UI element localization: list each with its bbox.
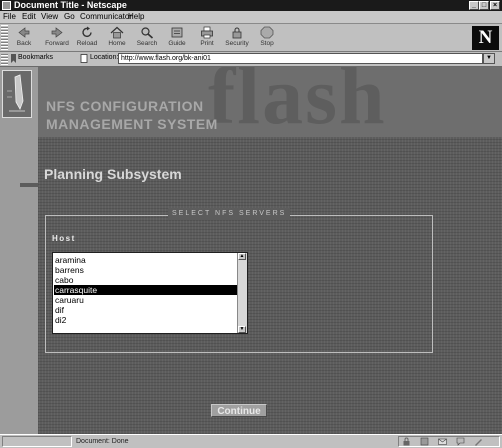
home-label: Home: [108, 40, 126, 47]
print-icon: [201, 26, 213, 39]
system-title-line-1: NFS CONFIGURATION: [46, 98, 204, 114]
toolbar-grip[interactable]: [1, 25, 8, 50]
location-grip[interactable]: [1, 53, 8, 65]
location-toolbar: Bookmarks Location: http://www.flash.org…: [0, 52, 502, 67]
guide-label: Guide: [168, 40, 186, 47]
minimize-button[interactable]: _: [469, 1, 479, 10]
menu-communicator[interactable]: Communicator: [80, 12, 132, 22]
netscape-logo[interactable]: N: [472, 26, 499, 50]
security-icon: [232, 27, 242, 39]
menu-file[interactable]: File: [3, 12, 16, 22]
continue-button[interactable]: Continue: [211, 404, 267, 417]
pencil-logo-icon: [7, 74, 25, 112]
forward-label: Forward: [45, 40, 69, 47]
window-title: Document Title - Netscape: [14, 0, 127, 10]
url-dropdown-button[interactable]: ▼: [483, 53, 495, 64]
host-option-selected[interactable]: carrasquite: [54, 285, 239, 295]
back-label: Back: [16, 40, 32, 47]
status-tray: [398, 436, 500, 447]
home-button[interactable]: Home: [105, 24, 129, 51]
navigator-component-icon[interactable]: [420, 437, 429, 446]
print-button[interactable]: Print: [195, 24, 219, 51]
host-option[interactable]: aramina: [54, 255, 239, 265]
discussion-component-icon[interactable]: [456, 437, 465, 446]
composer-component-icon[interactable]: [474, 437, 483, 446]
guide-icon: [171, 27, 183, 38]
search-button[interactable]: Search: [135, 24, 159, 51]
bookmarks-button[interactable]: Bookmarks: [18, 54, 53, 61]
host-option[interactable]: di2: [54, 315, 239, 325]
sidebar-marker: [20, 183, 38, 187]
title-bar: Document Title - Netscape _ □ ×: [0, 0, 502, 11]
security-button[interactable]: Security: [225, 24, 249, 51]
url-input[interactable]: http://www.flash.org/bk-ani01: [118, 53, 483, 64]
status-text: Document: Done: [76, 438, 129, 445]
forward-button[interactable]: Forward: [45, 24, 69, 51]
host-option[interactable]: caruaru: [54, 295, 239, 305]
host-option[interactable]: dif: [54, 305, 239, 315]
host-option[interactable]: cabo: [54, 275, 239, 285]
back-arrow-icon: [18, 27, 30, 38]
print-label: Print: [200, 40, 214, 47]
system-title-line-2: MANAGEMENT SYSTEM: [46, 116, 218, 132]
netscape-window-icon[interactable]: [2, 1, 11, 10]
reload-icon: [82, 26, 92, 38]
location-label: Location:: [90, 54, 119, 61]
reload-button[interactable]: Reload: [75, 24, 99, 51]
host-listbox[interactable]: aramina barrens cabo carrasquite caruaru…: [52, 252, 248, 334]
menu-edit[interactable]: Edit: [22, 12, 36, 22]
maximize-button[interactable]: □: [479, 1, 489, 10]
search-icon: [141, 27, 154, 39]
menu-view[interactable]: View: [41, 12, 58, 22]
menu-go[interactable]: Go: [64, 12, 75, 22]
home-icon: [110, 26, 124, 39]
forward-arrow-icon: [51, 27, 63, 38]
background-watermark: flash: [208, 67, 387, 137]
guide-button[interactable]: Guide: [165, 24, 189, 51]
menu-help[interactable]: Help: [128, 12, 144, 22]
back-button[interactable]: Back: [12, 24, 36, 51]
stop-label: Stop: [260, 40, 274, 47]
logo-box: [2, 70, 32, 118]
location-page-icon[interactable]: [80, 54, 88, 63]
bookmark-icon: [11, 54, 16, 63]
stop-button[interactable]: Stop: [255, 24, 279, 51]
host-label: Host: [52, 234, 76, 243]
close-button[interactable]: ×: [490, 1, 500, 10]
reload-label: Reload: [76, 40, 98, 47]
menu-bar: File Edit View Go Communicator Help: [0, 11, 502, 24]
status-bar: Document: Done: [0, 434, 502, 448]
security-label: Security: [225, 40, 249, 47]
page-header: flash NFS CONFIGURATION MANAGEMENT SYSTE…: [38, 67, 502, 137]
sidebar: [0, 67, 38, 434]
host-option[interactable]: barrens: [54, 265, 239, 275]
stop-icon: [260, 26, 274, 39]
page-content: flash NFS CONFIGURATION MANAGEMENT SYSTE…: [0, 67, 502, 434]
listbox-scrollbar[interactable]: ▲ ▼: [237, 253, 247, 333]
status-progress-segment: [2, 436, 72, 447]
navigation-toolbar: Back Forward Reload Home Search Guide Pr…: [0, 24, 502, 52]
page-title: Planning Subsystem: [44, 166, 182, 182]
fieldset-legend: SELECT NFS SERVERS: [168, 208, 291, 220]
scroll-up-arrow-icon[interactable]: ▲: [238, 253, 246, 260]
mail-component-icon[interactable]: [438, 437, 447, 446]
security-lock-icon[interactable]: [402, 437, 411, 446]
scroll-down-arrow-icon[interactable]: ▼: [238, 326, 246, 333]
search-label: Search: [136, 40, 158, 47]
